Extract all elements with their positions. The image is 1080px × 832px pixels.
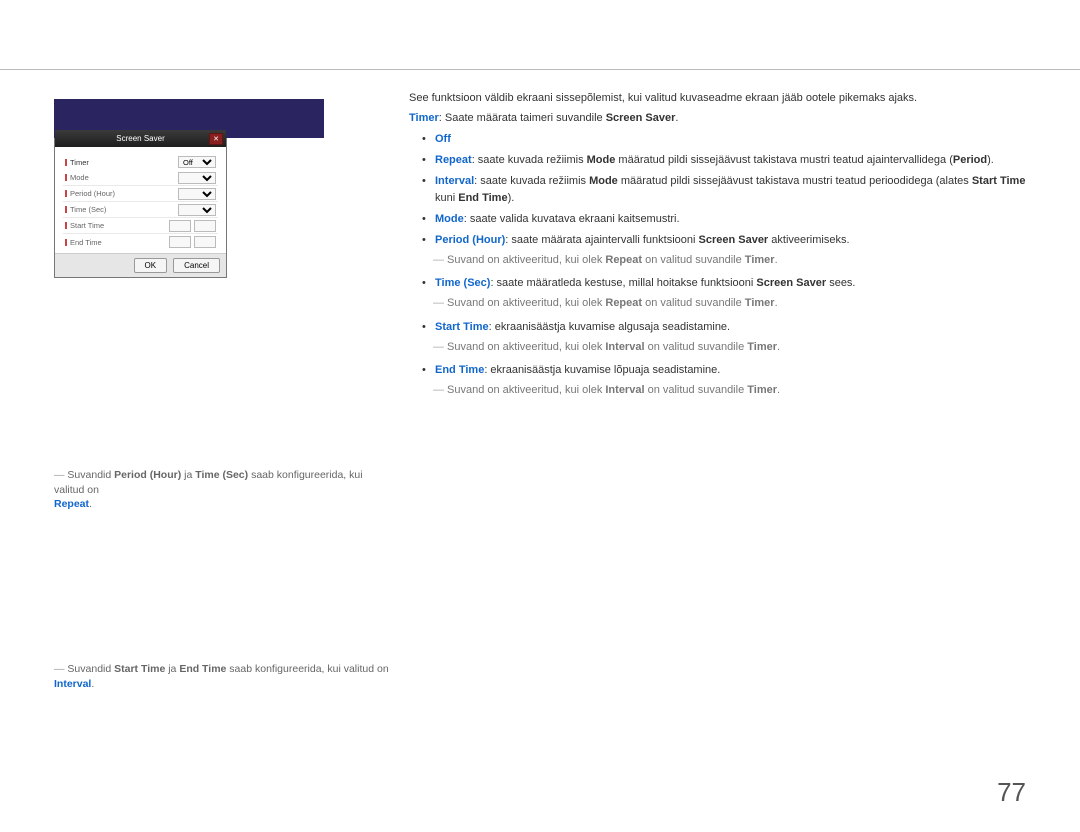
end-min[interactable] xyxy=(194,236,216,248)
left-note-1: ― Suvandid Period (Hour) ja Time (Sec) s… xyxy=(54,468,389,512)
row-time: Time (Sec) xyxy=(63,202,218,218)
row-start: Start Time xyxy=(63,218,218,234)
close-icon[interactable]: ✕ xyxy=(209,133,223,145)
label-start: Start Time xyxy=(70,221,104,230)
opt-repeat: Repeat: saate kuvada režiimis Mode määra… xyxy=(435,152,1026,169)
timer-line: Timer: Saate määrata taimeri suvandile S… xyxy=(409,110,1026,127)
label-mode: Mode xyxy=(70,173,89,182)
dialog-titlebar: Screen Saver ✕ xyxy=(55,130,226,147)
intro-text: See funktsioon väldib ekraani sissepõlem… xyxy=(409,90,1026,107)
cancel-button[interactable]: Cancel xyxy=(173,258,220,273)
end-hour[interactable] xyxy=(169,236,191,248)
marker-icon xyxy=(65,206,67,213)
row-period: Period (Hour) xyxy=(63,186,218,202)
sub-time: Suvand on aktiveeritud, kui olek Repeat … xyxy=(447,295,1026,312)
opt-period-hour: Period (Hour): saate määrata ajainterval… xyxy=(435,232,1026,269)
row-end: End Time xyxy=(63,234,218,250)
timer-options: Off Repeat: saate kuvada režiimis Mode m… xyxy=(409,131,1026,399)
marker-icon xyxy=(65,159,67,166)
right-column: See funktsioon väldib ekraani sissepõlem… xyxy=(409,90,1026,691)
ok-button[interactable]: OK xyxy=(134,258,168,273)
start-hour[interactable] xyxy=(169,220,191,232)
label-period: Period (Hour) xyxy=(70,189,115,198)
label-time: Time (Sec) xyxy=(70,205,106,214)
timer-select[interactable]: Off xyxy=(178,156,216,168)
left-note-2: ― Suvandid Start Time ja End Time saab k… xyxy=(54,662,389,691)
sub-start: Suvand on aktiveeritud, kui olek Interva… xyxy=(447,339,1026,356)
opt-interval: Interval: saate kuvada režiimis Mode mää… xyxy=(435,173,1026,207)
mode-select[interactable] xyxy=(178,172,216,184)
row-mode: Mode xyxy=(63,170,218,186)
page-number: 77 xyxy=(997,777,1026,808)
left-column: Screen Saver Screen Saver ✕ Timer Off Mo… xyxy=(54,90,409,691)
opt-mode: Mode: saate valida kuvatava ekraani kait… xyxy=(435,211,1026,228)
period-select[interactable] xyxy=(178,188,216,200)
start-min[interactable] xyxy=(194,220,216,232)
marker-icon xyxy=(65,222,67,229)
marker-icon xyxy=(65,174,67,181)
sub-period: Suvand on aktiveeritud, kui olek Repeat … xyxy=(447,252,1026,269)
time-select[interactable] xyxy=(178,204,216,216)
screen-saver-dialog: Screen Saver ✕ Timer Off Mode Period (Ho… xyxy=(54,129,227,278)
opt-end-time: End Time: ekraanisäästja kuvamise lõpuaj… xyxy=(435,362,1026,399)
row-timer: Timer Off xyxy=(63,154,218,170)
marker-icon xyxy=(65,190,67,197)
dialog-body: Timer Off Mode Period (Hour) Time (Sec) … xyxy=(55,147,226,253)
sub-end: Suvand on aktiveeritud, kui olek Interva… xyxy=(447,382,1026,399)
dialog-title: Screen Saver xyxy=(116,134,164,143)
page-content: Screen Saver Screen Saver ✕ Timer Off Mo… xyxy=(0,70,1080,691)
dialog-footer: OK Cancel xyxy=(55,253,226,277)
label-timer: Timer xyxy=(70,158,89,167)
label-end: End Time xyxy=(70,238,102,247)
opt-time-sec: Time (Sec): saate määratleda kestuse, mi… xyxy=(435,275,1026,312)
marker-icon xyxy=(65,239,67,246)
opt-off: Off xyxy=(435,131,1026,148)
opt-start-time: Start Time: ekraanisäästja kuvamise algu… xyxy=(435,319,1026,356)
